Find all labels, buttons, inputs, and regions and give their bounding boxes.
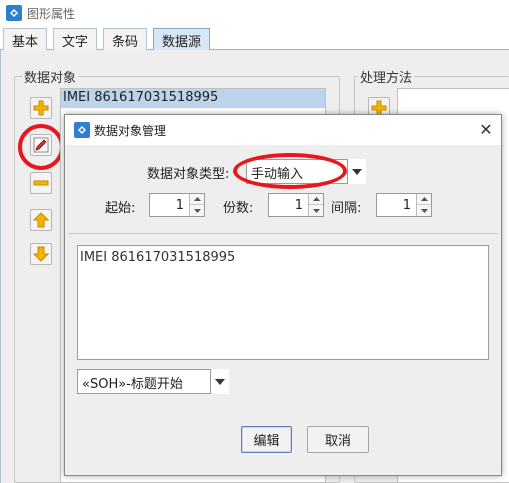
move-down-button[interactable] [30, 243, 52, 265]
spinner-up-icon[interactable] [417, 194, 431, 205]
spinner-down-icon[interactable] [190, 205, 204, 216]
remove-icon [33, 180, 49, 186]
chevron-down-icon[interactable] [347, 159, 366, 184]
processing-label: 处理方法 [358, 67, 415, 86]
app-icon [6, 5, 22, 21]
edit-button[interactable]: 编辑 [241, 426, 292, 453]
window-title: 图形属性 [27, 7, 76, 21]
tab-label: 文字 [62, 35, 89, 50]
add-object-button[interactable] [30, 97, 52, 119]
close-icon: ✕ [479, 120, 493, 139]
start-value: 1 [175, 198, 184, 213]
control-char-value: «SOH»-标题开始 [82, 377, 183, 392]
spinner-buttons [308, 194, 323, 216]
data-objects-label: 数据对象 [22, 67, 79, 86]
move-down-icon [33, 246, 49, 262]
data-object-dialog: 数据对象管理 ✕ 数据对象类型: 手动输入 起始: 1 份数: 1 间隔: 1 [64, 114, 502, 476]
interval-label: 间隔: [331, 201, 362, 216]
start-spinner[interactable]: 1 [149, 193, 205, 217]
close-button[interactable]: ✕ [477, 121, 495, 139]
copies-value: 1 [294, 198, 303, 213]
tab-label: 基本 [12, 35, 39, 50]
tab-label: 数据源 [162, 35, 202, 50]
interval-value: 1 [402, 198, 411, 213]
spinner-down-icon[interactable] [309, 205, 323, 216]
copies-spinner[interactable]: 1 [268, 193, 324, 217]
spinner-buttons [189, 194, 204, 216]
move-up-icon [33, 212, 49, 228]
dialog-titlebar: 数据对象管理 ✕ [65, 115, 501, 145]
window-titlebar: 图形属性 [0, 0, 509, 26]
remove-object-button[interactable] [30, 172, 52, 194]
content-textarea[interactable]: IMEI 861617031518995 [77, 245, 489, 360]
list-item[interactable]: IMEI 861617031518995 [61, 89, 325, 108]
copies-label: 份数: [223, 201, 254, 216]
tab-bar: 基本 文字 条码 数据源 [0, 26, 509, 50]
tab-text[interactable]: 文字 [53, 28, 98, 50]
interval-spinner[interactable]: 1 [376, 193, 432, 217]
add-icon [33, 100, 49, 116]
spinner-up-icon[interactable] [190, 194, 204, 205]
tab-basic[interactable]: 基本 [3, 28, 48, 50]
spinner-down-icon[interactable] [417, 205, 431, 216]
divider [69, 233, 497, 234]
type-select-highlight [233, 153, 347, 189]
tab-label: 条码 [112, 35, 139, 50]
spinner-up-icon[interactable] [309, 194, 323, 205]
start-label: 起始: [105, 201, 136, 216]
cancel-button[interactable]: 取消 [307, 426, 369, 453]
edit-button-highlight [18, 124, 64, 170]
spinner-buttons [416, 194, 431, 216]
app-icon [74, 122, 90, 138]
chevron-down-icon[interactable] [210, 369, 229, 394]
dialog-title: 数据对象管理 [94, 124, 167, 138]
tab-data-source[interactable]: 数据源 [153, 28, 211, 50]
content-text: IMEI 861617031518995 [80, 250, 236, 265]
tab-barcode[interactable]: 条码 [103, 28, 148, 50]
control-char-select[interactable]: «SOH»-标题开始 [77, 369, 229, 394]
move-up-button[interactable] [30, 209, 52, 231]
type-label: 数据对象类型: [147, 167, 230, 182]
